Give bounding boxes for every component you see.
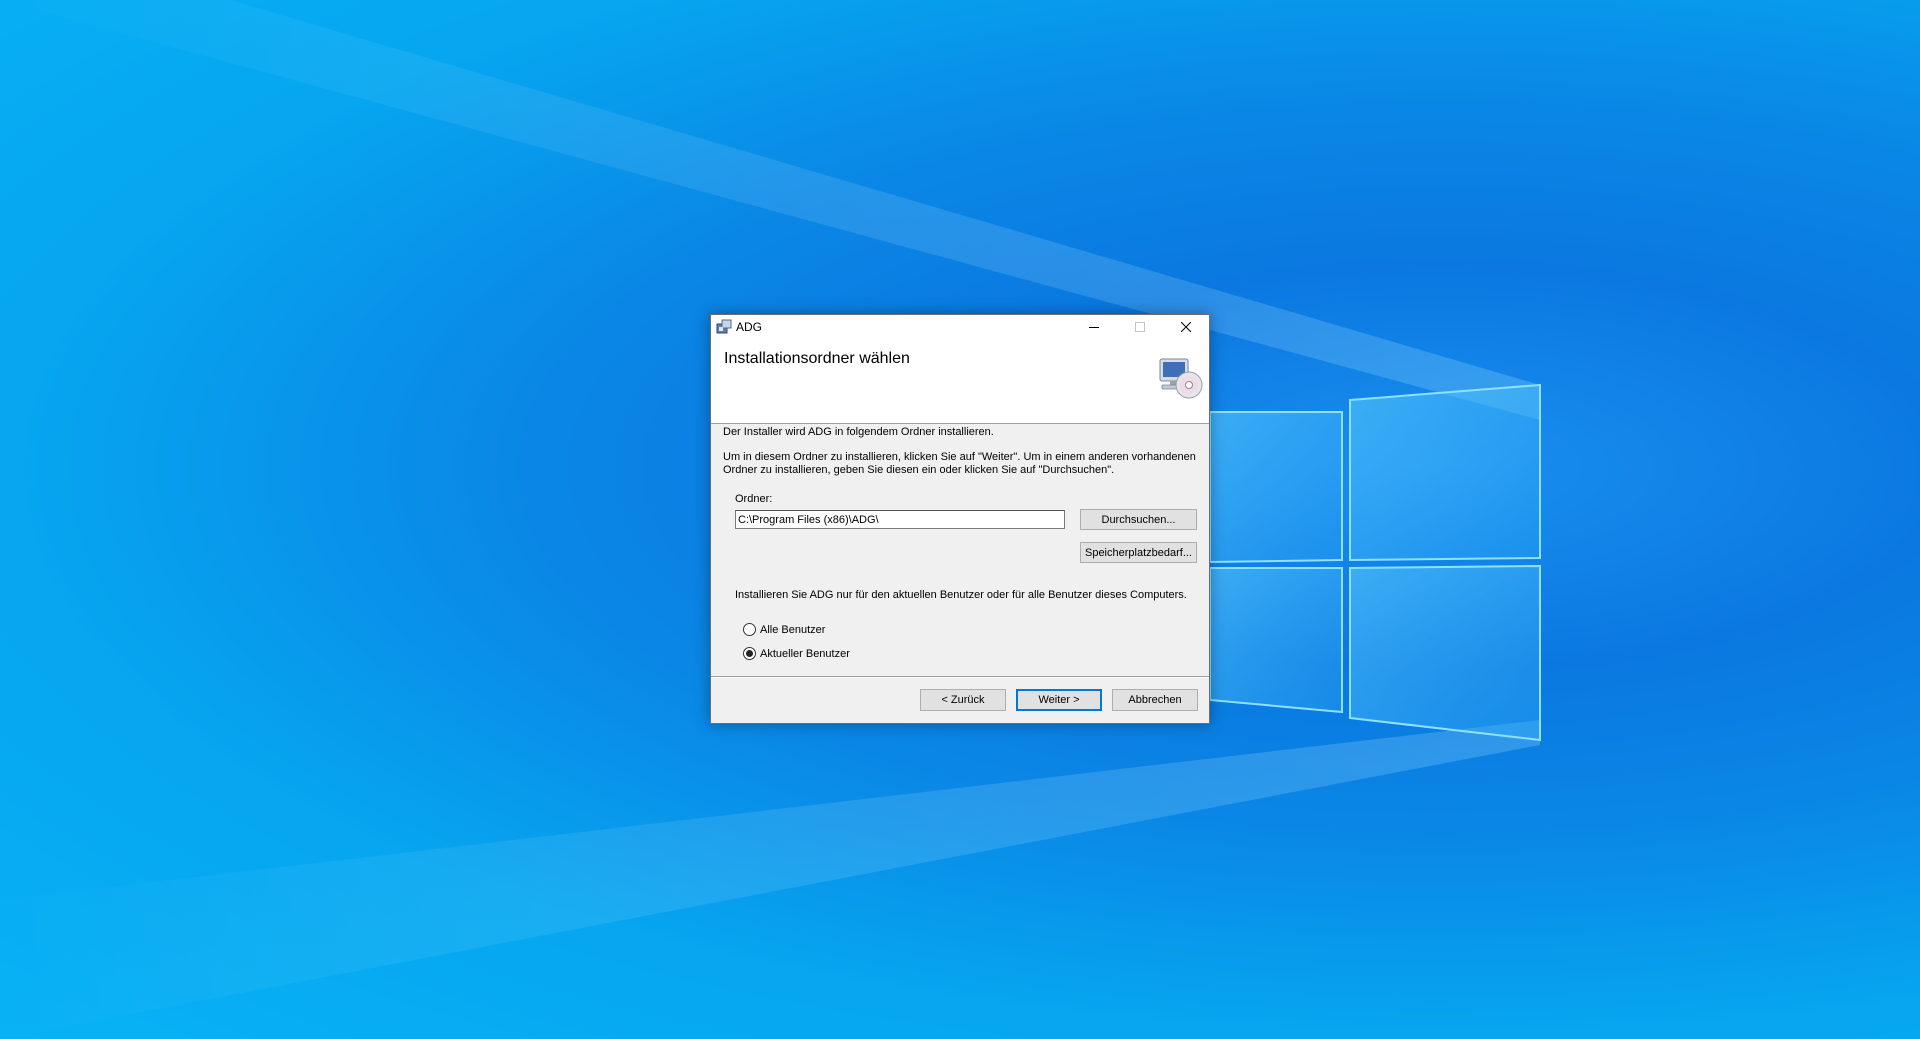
intro-text: Der Installer wird ADG in folgendem Ordn…	[723, 426, 994, 438]
maximize-button	[1117, 315, 1163, 339]
footer-separator	[711, 676, 1209, 678]
radio-all-users-label: Alle Benutzer	[760, 623, 826, 636]
computer-cd-icon	[1159, 358, 1203, 399]
radio-all-users[interactable]: Alle Benutzer	[743, 623, 825, 636]
title-bar[interactable]: ADG	[711, 315, 1209, 339]
folder-label: Ordner:	[735, 493, 773, 505]
next-button[interactable]: Weiter >	[1016, 689, 1102, 711]
close-button[interactable]	[1163, 315, 1209, 339]
minimize-icon	[1089, 327, 1099, 328]
installer-icon	[716, 319, 732, 334]
back-button[interactable]: < Zurück	[920, 689, 1006, 711]
disk-cost-button[interactable]: Speicherplatzbedarf...	[1080, 542, 1197, 563]
page-title: Installationsordner wählen	[724, 350, 910, 367]
cancel-button[interactable]: Abbrechen	[1112, 689, 1198, 711]
radio-button-checked[interactable]	[743, 647, 756, 660]
window-title: ADG	[736, 320, 763, 334]
installer-dialog: ADG Installationsordner wählen Der Insta…	[710, 314, 1210, 724]
maximize-icon	[1135, 322, 1145, 332]
radio-current-user[interactable]: Aktueller Benutzer	[743, 647, 850, 660]
radio-button-unchecked[interactable]	[743, 623, 756, 636]
install-scope-text: Installieren Sie ADG nur für den aktuell…	[735, 589, 1187, 601]
radio-current-user-label: Aktueller Benutzer	[760, 647, 850, 660]
browse-button[interactable]: Durchsuchen...	[1080, 509, 1197, 530]
folder-path-input[interactable]	[735, 510, 1065, 529]
instructions-text: Um in diesem Ordner zu installieren, kli…	[723, 451, 1196, 476]
wizard-header: Installationsordner wählen	[711, 339, 1209, 424]
close-icon	[1181, 322, 1191, 332]
minimize-button[interactable]	[1071, 315, 1117, 339]
